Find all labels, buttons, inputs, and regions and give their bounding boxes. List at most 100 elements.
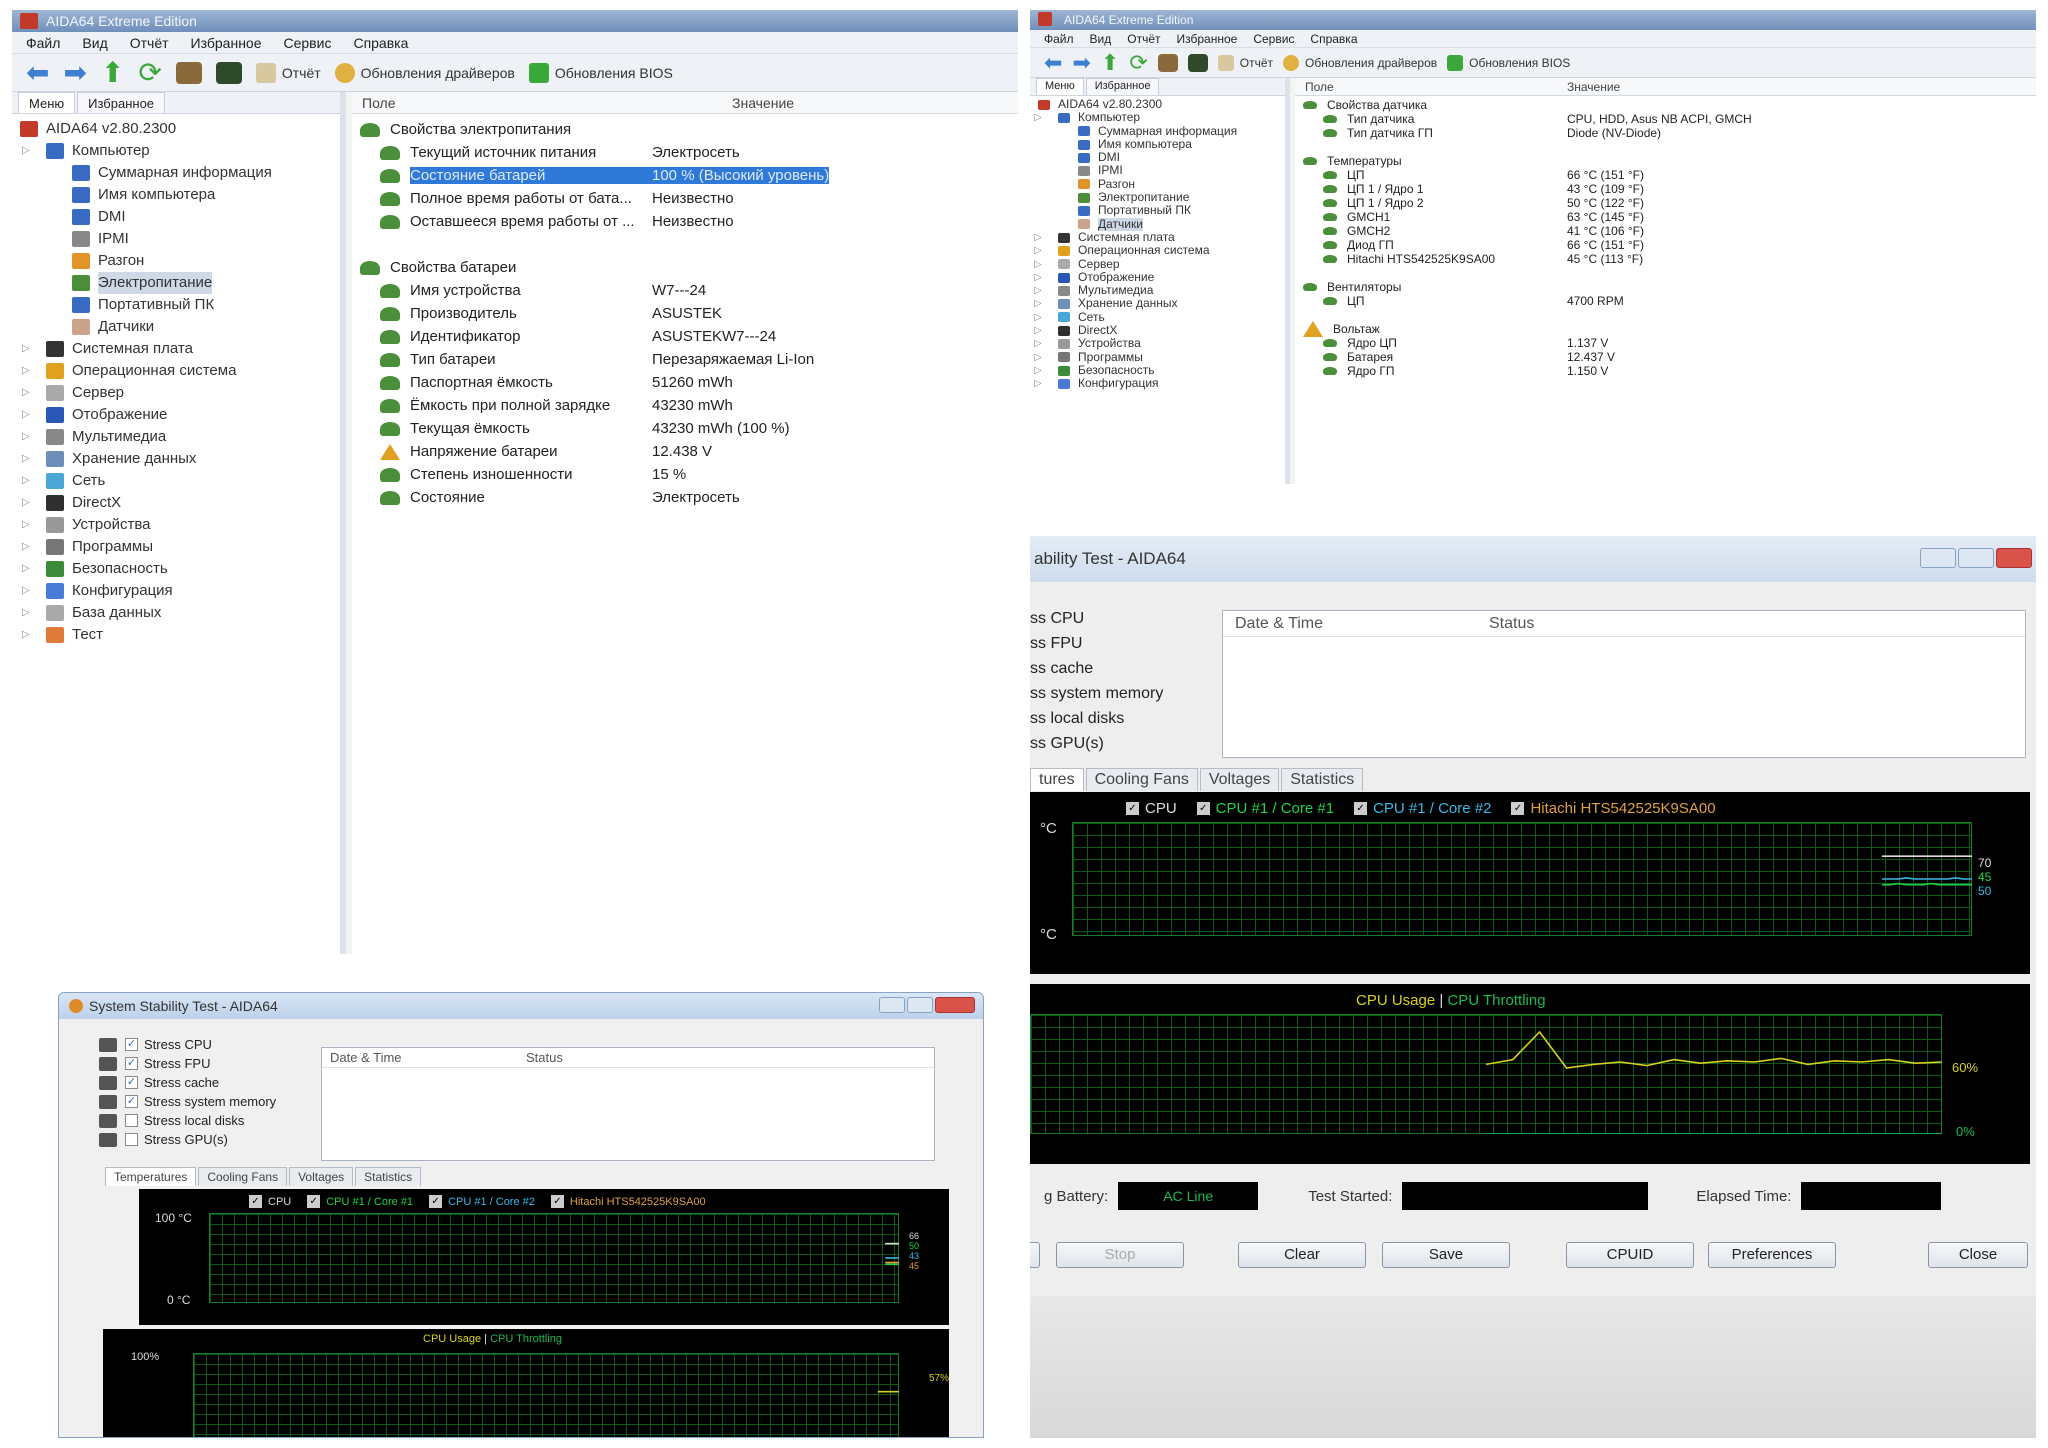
stress-option[interactable]: ss cache — [1030, 656, 1163, 681]
legend-item[interactable]: ✓ Hitachi HTS542525K9SA00 — [1511, 800, 1716, 817]
tree-item[interactable]: ▷ Компьютер — [12, 140, 340, 162]
expand-arrow-icon[interactable]: ▷ — [22, 382, 30, 404]
property-row[interactable]: Оставшееся время работы от ... Неизвестно — [352, 210, 1018, 233]
property-row[interactable]: Батарея 12.437 V — [1295, 350, 2036, 364]
menu-item[interactable]: Избранное — [191, 35, 262, 51]
expand-arrow-icon[interactable]: ▷ — [22, 558, 30, 580]
graph-tab[interactable]: Cooling Fans — [1085, 768, 1198, 791]
expand-arrow-icon[interactable]: ▷ — [22, 426, 30, 448]
report-button[interactable]: Отчёт — [255, 62, 321, 83]
tree-item[interactable]: Датчики — [1030, 217, 1285, 231]
menu-item[interactable]: Избранное — [1177, 32, 1238, 46]
expand-arrow-icon[interactable]: ▷ — [22, 140, 30, 162]
maximize-button[interactable] — [907, 997, 933, 1013]
expand-arrow-icon[interactable]: ▷ — [22, 448, 30, 470]
tree-item[interactable]: Портативный ПК — [12, 294, 340, 316]
clear-button[interactable]: Clear — [1238, 1242, 1366, 1268]
tree-item[interactable]: ▷ Хранение данных — [12, 448, 340, 470]
start-button[interactable] — [1030, 1242, 1040, 1268]
expand-arrow-icon[interactable]: ▷ — [1034, 297, 1042, 310]
menu-item[interactable]: Отчёт — [130, 35, 169, 51]
users-icon[interactable] — [175, 61, 202, 84]
expand-arrow-icon[interactable]: ▷ — [1034, 337, 1042, 350]
property-row[interactable]: Текущая ёмкость 43230 mWh (100 %) — [352, 417, 1018, 440]
expand-arrow-icon[interactable]: ▷ — [1034, 244, 1042, 257]
property-row[interactable]: Тип датчика ГП Diode (NV-Diode) — [1295, 126, 2036, 140]
graph-tab[interactable]: tures — [1030, 768, 1084, 791]
expand-arrow-icon[interactable]: ▷ — [1034, 284, 1042, 297]
tree-item[interactable]: ▷ Отображение — [12, 404, 340, 426]
property-row[interactable]: Напряжение батареи 12.438 V — [352, 440, 1018, 463]
property-row[interactable]: Ядро ЦП 1.137 V — [1295, 336, 2036, 350]
tree-item[interactable]: Портативный ПК — [1030, 204, 1285, 217]
property-row[interactable]: Состояние батарей 100 % (Высокий уровень) — [352, 164, 1018, 187]
tree-item[interactable]: ▷ Программы — [12, 536, 340, 558]
tree-item[interactable]: Имя компьютера — [12, 184, 340, 206]
expand-arrow-icon[interactable]: ▷ — [22, 624, 30, 646]
save-button[interactable]: Save — [1382, 1242, 1510, 1268]
property-row[interactable]: Имя устройства W7---24 — [352, 279, 1018, 302]
stress-option[interactable]: ss FPU — [1030, 631, 1163, 656]
checkbox[interactable]: ✓ — [1196, 802, 1210, 815]
report-button[interactable]: Отчёт — [1217, 54, 1273, 71]
column-status[interactable]: Status — [526, 1050, 563, 1065]
tree-item[interactable]: ▷ Устройства — [1030, 337, 1285, 351]
tree-item[interactable]: ▷ Отображение — [1030, 270, 1285, 284]
tree-item[interactable]: Разгон — [1030, 177, 1285, 191]
expand-arrow-icon[interactable]: ▷ — [22, 580, 30, 602]
tab-favorites[interactable]: Избранное — [77, 92, 166, 113]
forward-arrow-icon[interactable]: ➡ — [63, 58, 86, 86]
up-arrow-icon[interactable]: ⬆ — [101, 58, 124, 86]
tree-item[interactable]: ▷ Операционная система — [12, 360, 340, 382]
bios-updates-button[interactable]: Обновления BIOS — [528, 62, 673, 83]
users-icon[interactable] — [1157, 53, 1178, 72]
checkbox[interactable]: ✓ — [1126, 802, 1139, 815]
tab-menu[interactable]: Меню — [1036, 78, 1084, 95]
stress-option[interactable]: ss system memory — [1030, 681, 1163, 706]
terminal-icon[interactable] — [1187, 53, 1208, 72]
checkbox[interactable]: ✓ — [429, 1195, 443, 1208]
stop-button[interactable]: Stop — [1056, 1242, 1184, 1268]
tree-item[interactable]: Электропитание — [12, 272, 340, 294]
graph-tab[interactable]: Voltages — [289, 1167, 354, 1186]
tree-item[interactable]: ▷ Операционная система — [1030, 243, 1285, 257]
tree-item[interactable]: ▷ Сеть — [12, 470, 340, 492]
tree-item[interactable]: ▷ Безопасность — [1030, 363, 1285, 377]
tree-item[interactable]: ▷ Хранение данных — [1030, 297, 1285, 311]
stress-option[interactable]: ss CPU — [1030, 606, 1163, 631]
property-row[interactable]: Производитель ASUSTEK — [352, 302, 1018, 325]
checkbox[interactable] — [125, 1133, 138, 1146]
expand-arrow-icon[interactable]: ▷ — [1034, 271, 1042, 284]
tree-item[interactable]: Датчики — [12, 316, 340, 338]
menu-item[interactable]: Вид — [82, 35, 107, 51]
tree-item[interactable]: Имя компьютера — [1030, 137, 1285, 151]
property-row[interactable]: ЦП 1 / Ядро 1 43 °C (109 °F) — [1295, 182, 2036, 196]
legend-item[interactable]: ✓ CPU #1 / Core #2 — [429, 1195, 535, 1208]
checkbox[interactable] — [125, 1114, 138, 1127]
tree-item[interactable]: ▷ Конфигурация — [1030, 376, 1285, 390]
expand-arrow-icon[interactable]: ▷ — [22, 404, 30, 426]
menu-item[interactable]: Файл — [26, 35, 60, 51]
expand-arrow-icon[interactable]: ▷ — [22, 492, 30, 514]
property-row[interactable]: Диод ГП 66 °C (151 °F) — [1295, 238, 2036, 252]
stress-option[interactable]: ✓ Stress system memory — [99, 1092, 276, 1111]
back-arrow-icon[interactable]: ⬅ — [26, 58, 49, 86]
tree-item[interactable]: ▷ Сервер — [1030, 257, 1285, 271]
driver-updates-button[interactable]: Обновления драйверов — [1283, 54, 1437, 71]
checkbox[interactable]: ✓ — [125, 1076, 138, 1089]
checkbox[interactable]: ✓ — [550, 1195, 564, 1208]
legend-item[interactable]: ✓ CPU — [1126, 800, 1177, 817]
checkbox[interactable]: ✓ — [125, 1057, 138, 1070]
legend-item[interactable]: ✓ CPU #1 / Core #1 — [1196, 800, 1334, 817]
legend-item[interactable]: ✓ Hitachi HTS542525K9SA00 — [550, 1195, 706, 1208]
checkbox[interactable]: ✓ — [1354, 802, 1368, 815]
minimize-button[interactable] — [879, 997, 905, 1013]
expand-arrow-icon[interactable]: ▷ — [1034, 231, 1042, 244]
tab-favorites[interactable]: Избранное — [1085, 78, 1160, 95]
tree-item[interactable]: ▷ Мультимедиа — [1030, 283, 1285, 297]
close-icon[interactable] — [1996, 548, 2032, 568]
legend-item[interactable]: ✓ CPU #1 / Core #2 — [1354, 800, 1491, 817]
expand-arrow-icon[interactable]: ▷ — [22, 338, 30, 360]
property-row[interactable]: GMCH2 41 °C (106 °F) — [1295, 224, 2036, 238]
stress-option[interactable]: Stress local disks — [99, 1111, 276, 1130]
